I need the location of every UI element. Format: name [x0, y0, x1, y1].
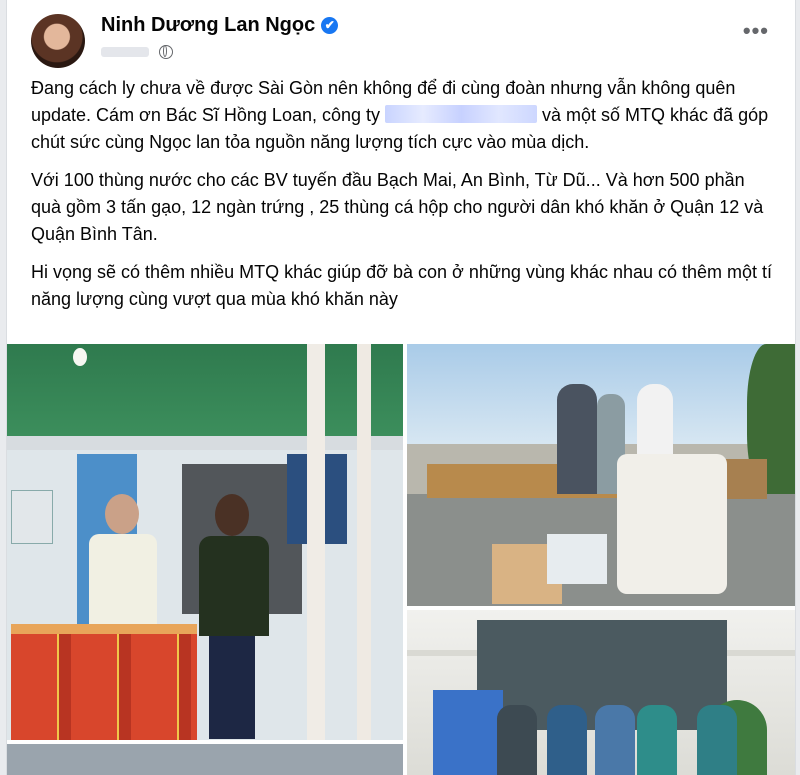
- person-head: [105, 494, 139, 534]
- light-bulb: [73, 348, 87, 366]
- person-woman: [195, 494, 273, 739]
- post-meta: [101, 43, 173, 59]
- drink-cartons: [11, 634, 197, 740]
- staff-member: [595, 705, 635, 775]
- post-paragraph-3: Hi vọng sẽ có thêm nhiều MTQ khác giúp đ…: [31, 262, 773, 309]
- post-paragraph-2: Với 100 thùng nước cho các BV tuyến đầu …: [31, 170, 764, 244]
- person-top: [199, 536, 269, 636]
- post-card: Ninh Dương Lan Ngọc ✔ ••• Đang cách ly ch…: [6, 0, 796, 775]
- staff-member: [497, 705, 537, 775]
- staff-member: [637, 705, 677, 775]
- medical-staff-group: [447, 695, 767, 775]
- post-timestamp-blurred[interactable]: [101, 46, 149, 57]
- photo-partial-bottom[interactable]: [7, 744, 403, 775]
- post-header: Ninh Dương Lan Ngọc ✔ •••: [7, 0, 795, 70]
- person-shirt: [89, 534, 157, 629]
- tent-pole: [357, 344, 371, 740]
- rice-sacks: [617, 454, 727, 594]
- post-text: Đang cách ly chưa về được Sài Gòn nên kh…: [31, 75, 779, 324]
- photo-hospital-staff[interactable]: [407, 610, 795, 775]
- person-pants: [209, 636, 255, 739]
- standee: [11, 490, 53, 544]
- photo-rice-distribution[interactable]: [407, 344, 795, 606]
- more-options-icon[interactable]: •••: [743, 18, 769, 44]
- staff-member: [697, 705, 737, 775]
- tent-edge: [7, 436, 403, 450]
- canned-food-boxes: [547, 534, 607, 584]
- author-name-text[interactable]: Ninh Dương Lan Ngọc: [101, 14, 315, 36]
- photo-donation-booth[interactable]: [7, 344, 403, 740]
- author-name[interactable]: Ninh Dương Lan Ngọc ✔: [101, 14, 339, 37]
- photo-grid: [7, 344, 795, 775]
- volunteer: [557, 384, 597, 494]
- person-head: [215, 494, 249, 536]
- post-paragraph-1: Đang cách ly chưa về được Sài Gòn nên kh…: [31, 75, 779, 156]
- globe-icon[interactable]: [158, 44, 173, 59]
- redacted-company-name: [385, 105, 538, 123]
- tent-pole: [307, 344, 325, 740]
- staff-member: [547, 705, 587, 775]
- author-avatar[interactable]: [31, 14, 85, 68]
- tent-canopy: [7, 344, 403, 436]
- verified-badge-icon: ✔: [321, 17, 339, 34]
